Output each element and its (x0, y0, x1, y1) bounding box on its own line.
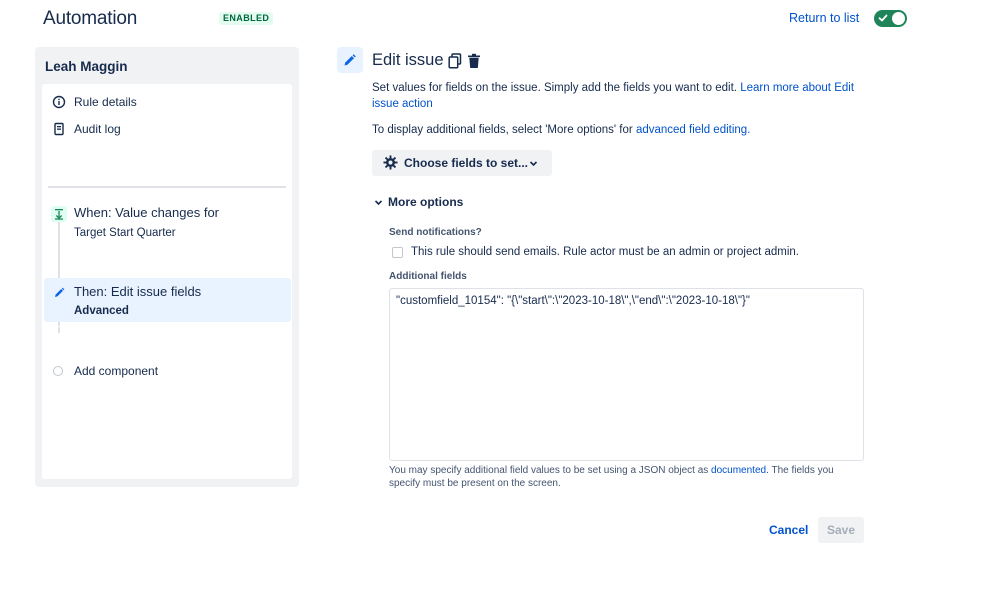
advanced-field-editing-link[interactable]: advanced field editing. (636, 124, 750, 136)
trigger-icon (51, 206, 67, 222)
trigger-step[interactable]: When: Value changes for Target Start Qua… (44, 203, 291, 247)
pencil-icon (344, 54, 356, 66)
action-title: Then: Edit issue fields (74, 284, 202, 299)
send-emails-checkbox[interactable] (392, 247, 403, 258)
info-icon (52, 95, 66, 109)
gear-icon (383, 155, 398, 170)
additional-fields-textarea[interactable]: "customfield_10154": "{\"start\":\"2023-… (389, 288, 864, 461)
send-notifications-label: Send notifications? (389, 227, 482, 238)
sidebar-item-audit-log[interactable]: Audit log (42, 118, 292, 140)
rule-owner-name: Leah Maggin (45, 59, 128, 74)
sidebar-divider (48, 186, 286, 188)
action-step-edit-issue[interactable]: Then: Edit issue fields Advanced (44, 278, 291, 322)
cancel-button[interactable]: Cancel (764, 518, 813, 542)
trigger-arrow-icon (55, 209, 63, 220)
more-options-label: More options (388, 195, 464, 209)
trigger-subtitle: Target Start Quarter (74, 227, 176, 239)
chevron-down-icon (529, 161, 538, 167)
description-text: Set values for fields on the issue. Simp… (372, 82, 738, 94)
audit-log-icon (54, 122, 64, 136)
add-component-button[interactable]: Add component (42, 360, 292, 382)
sidebar-panel: Rule details Audit log When: Value chang… (42, 84, 292, 479)
check-icon (878, 14, 888, 22)
documented-link[interactable]: documented (711, 465, 766, 476)
rule-enabled-toggle[interactable] (874, 10, 907, 27)
status-badge: ENABLED (219, 12, 274, 25)
add-component-label: Add component (74, 364, 159, 378)
toggle-knob (892, 12, 905, 25)
sidebar-item-label: Audit log (74, 122, 121, 136)
sidebar-item-rule-details[interactable]: Rule details (42, 91, 292, 113)
additional-fields-label: Additional fields (389, 271, 467, 282)
pencil-icon (51, 285, 67, 301)
trash-icon[interactable] (467, 53, 481, 69)
rule-sidebar: Leah Maggin Rule details Audit log When:… (35, 47, 299, 487)
trigger-title: When: Value changes for (74, 205, 220, 220)
display-fields-hint: To display additional fields, select 'Mo… (372, 122, 872, 138)
action-heading: Edit issue (372, 51, 444, 69)
timeline-connector (58, 327, 60, 333)
copy-icon[interactable] (448, 53, 462, 69)
return-to-list-link[interactable]: Return to list (789, 11, 859, 25)
action-subtitle: Advanced (74, 305, 129, 317)
edit-issue-icon (337, 47, 363, 73)
action-pencil-icon (55, 287, 65, 297)
action-description: Set values for fields on the issue. Simp… (372, 80, 872, 112)
page-title: Automation (43, 8, 138, 29)
chevron-down-icon (374, 200, 383, 206)
choose-fields-label: Choose fields to set... (404, 156, 529, 170)
save-button[interactable]: Save (818, 517, 864, 543)
send-emails-label: This rule should send emails. Rule actor… (411, 246, 799, 258)
display-fields-text: To display additional fields, select 'Mo… (372, 124, 633, 136)
sidebar-item-label: Rule details (74, 95, 137, 109)
additional-fields-helper: You may specify additional field values … (389, 465, 834, 489)
choose-fields-button[interactable]: Choose fields to set... (372, 150, 552, 176)
